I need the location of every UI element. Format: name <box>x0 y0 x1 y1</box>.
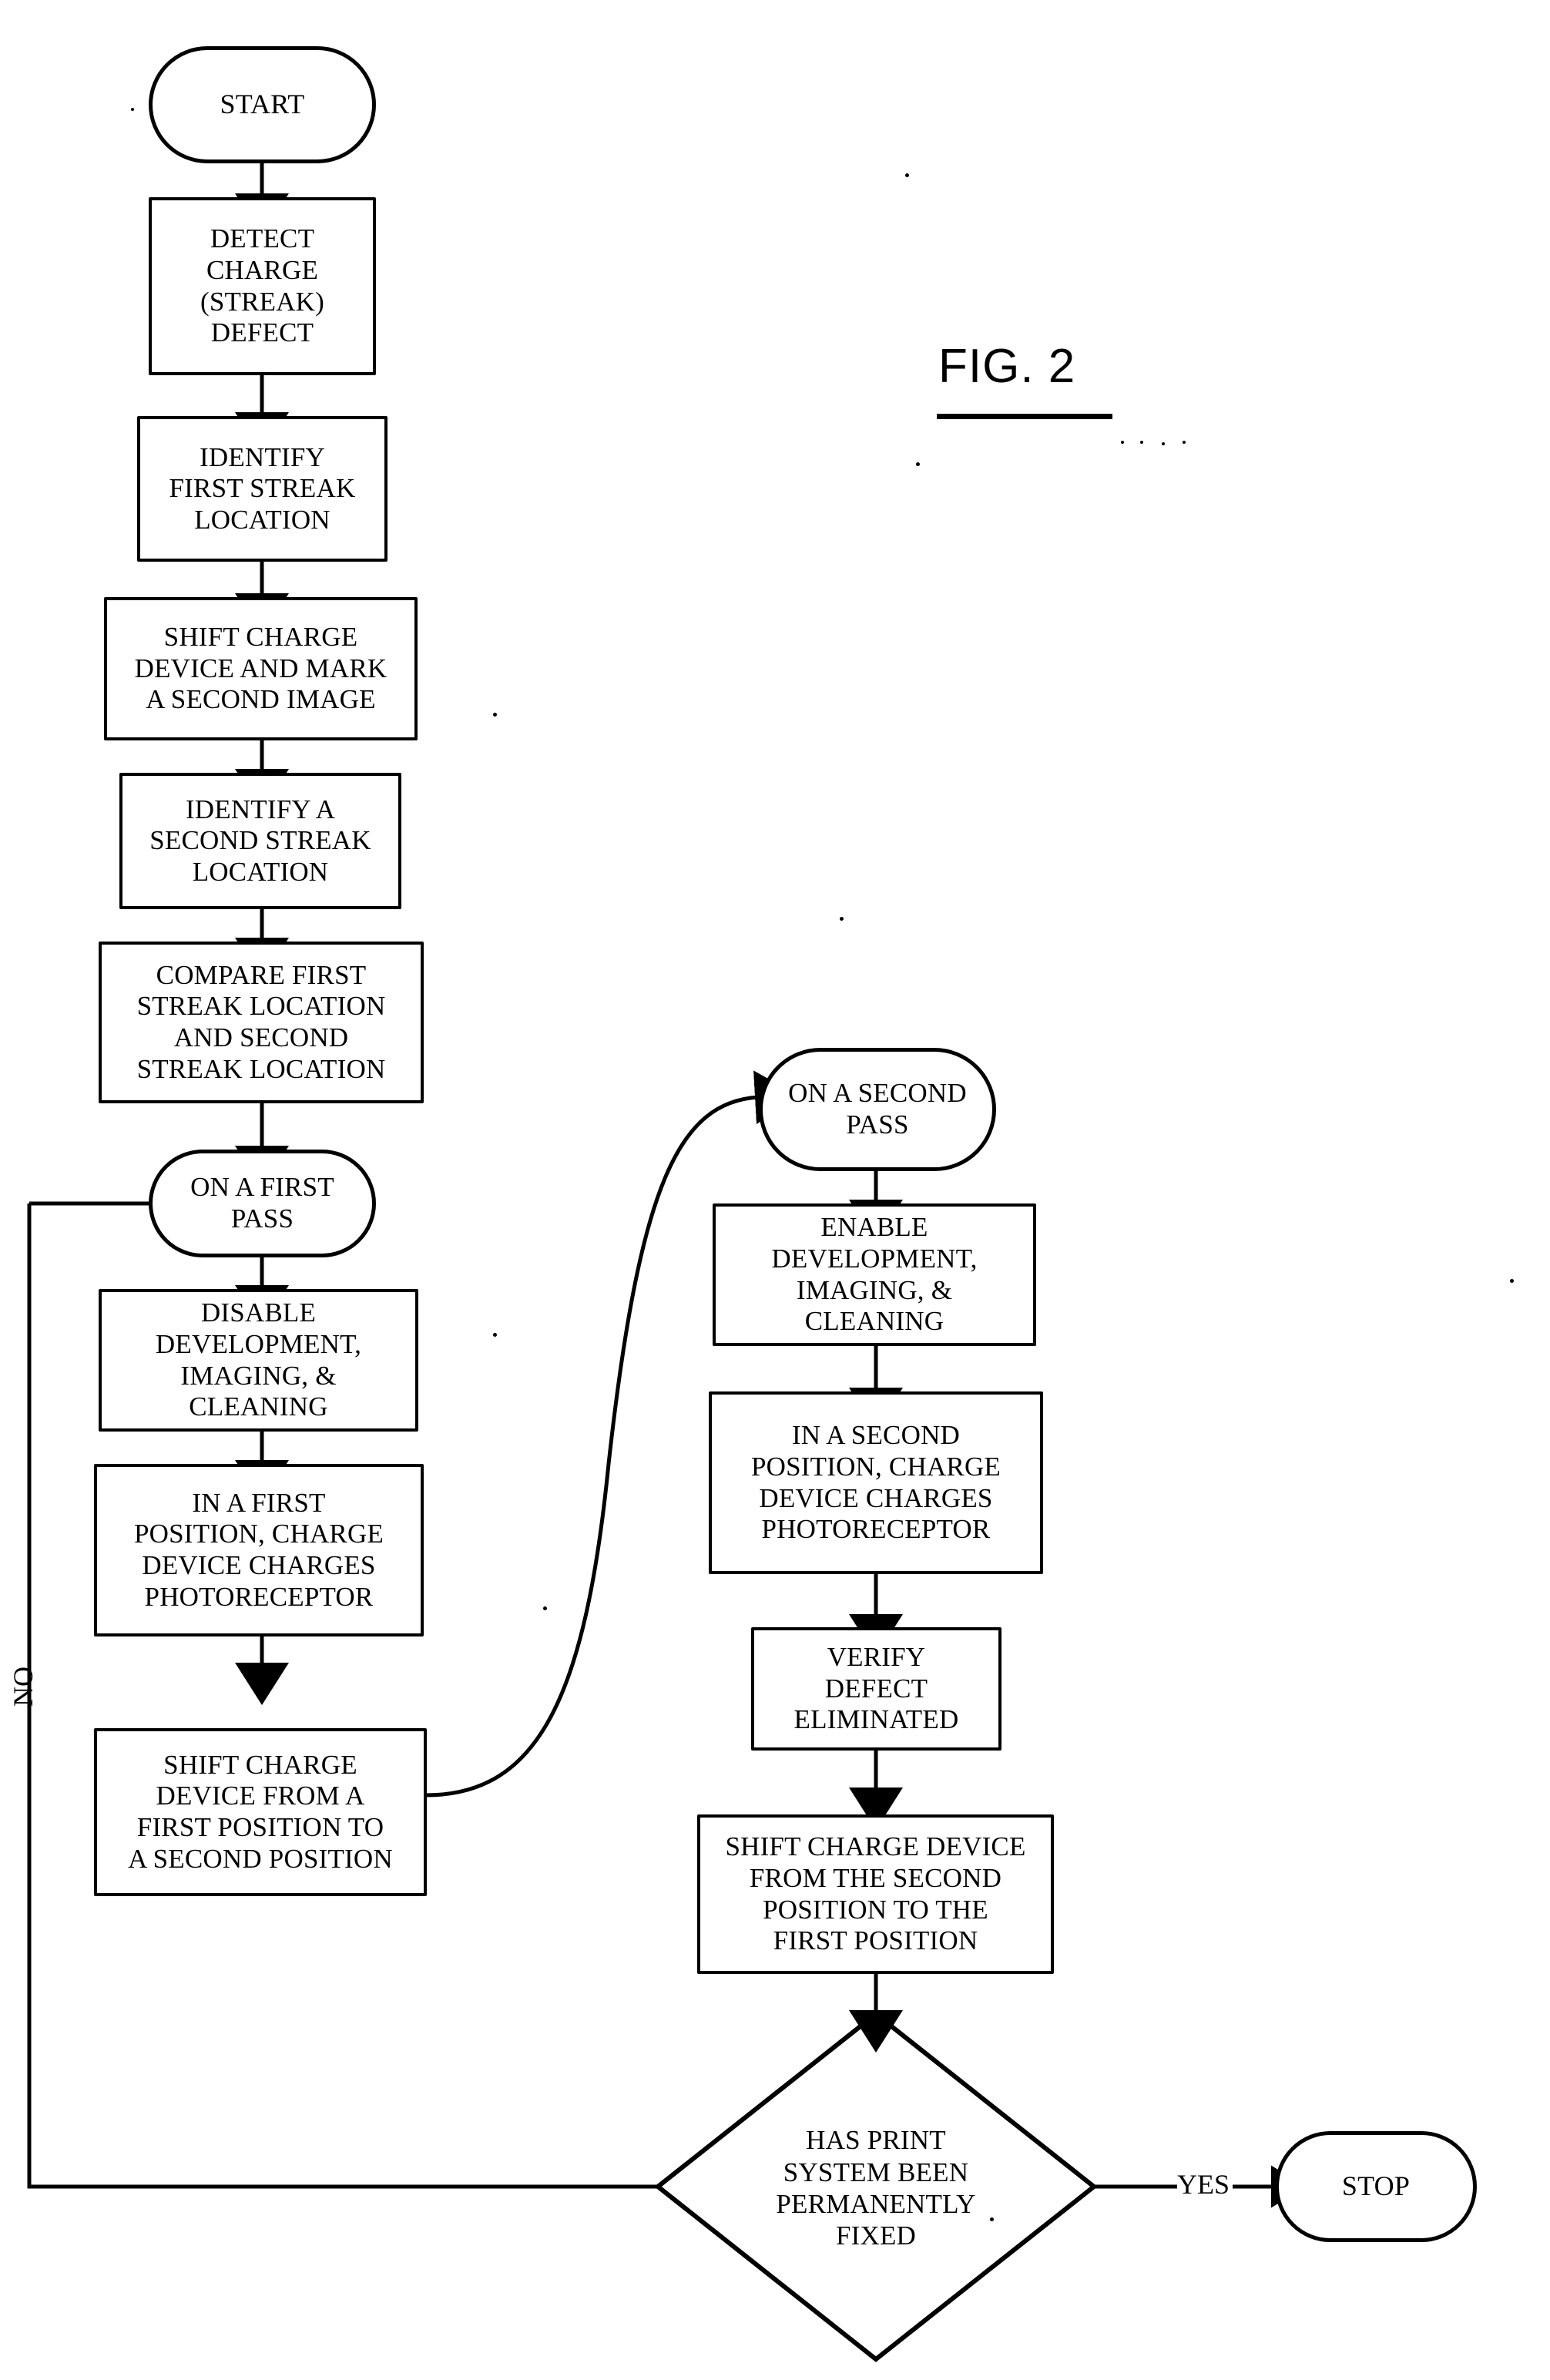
figure-canvas: FIG. 2 START DETECT CHARGE (STREAK) DEFE… <box>0 0 1550 2380</box>
node-compare-streak-locations: COMPARE FIRST STREAK LOCATION AND SECOND… <box>99 942 424 1103</box>
node-disable-development: DISABLE DEVELOPMENT, IMAGING, & CLEANING <box>99 1289 418 1432</box>
scan-speck <box>1162 442 1165 445</box>
scan-speck <box>1140 441 1143 444</box>
node-first-position-charge: IN A FIRST POSITION, CHARGE DEVICE CHARG… <box>94 1464 424 1636</box>
scan-speck <box>1121 441 1124 444</box>
edge-label-yes: YES <box>1177 2169 1230 2200</box>
scan-speck <box>1183 441 1186 444</box>
node-shift-second-to-first-position: SHIFT CHARGE DEVICE FROM THE SECOND POSI… <box>697 1814 1054 1974</box>
decision-label: HAS PRINT SYSTEM BEEN PERMANENTLY FIXED <box>776 2125 976 2251</box>
edge-label-no: NO <box>8 1667 39 1707</box>
node-identify-first-streak-location: IDENTIFY FIRST STREAK LOCATION <box>137 416 388 562</box>
scan-speck <box>493 1333 497 1337</box>
node-stop: STOP <box>1275 2131 1477 2242</box>
node-on-a-second-pass: ON A SECOND PASS <box>759 1048 996 1171</box>
node-second-position-charge: IN A SECOND POSITION, CHARGE DEVICE CHAR… <box>709 1391 1043 1574</box>
node-verify-defect-eliminated: VERIFY DEFECT ELIMINATED <box>751 1627 1001 1751</box>
node-shift-charge-device-and-mark: SHIFT CHARGE DEVICE AND MARK A SECOND IM… <box>104 597 418 740</box>
scan-speck <box>905 173 909 177</box>
scan-speck <box>916 462 920 466</box>
node-shift-first-to-second-position: SHIFT CHARGE DEVICE FROM A FIRST POSITIO… <box>94 1728 427 1896</box>
node-detect-charge-defect: DETECT CHARGE (STREAK) DEFECT <box>149 197 376 375</box>
figure-title-underline <box>937 414 1112 419</box>
node-identify-second-streak-location: IDENTIFY A SECOND STREAK LOCATION <box>119 773 401 909</box>
figure-title: FIG. 2 <box>938 340 1076 393</box>
node-on-a-first-pass: ON A FIRST PASS <box>149 1150 376 1257</box>
scan-speck <box>840 917 844 921</box>
node-decision-print-system-fixed: HAS PRINT SYSTEM BEEN PERMANENTLY FIXED <box>706 2088 1045 2288</box>
node-enable-development: ENABLE DEVELOPMENT, IMAGING, & CLEANING <box>713 1203 1036 1346</box>
node-start: START <box>149 46 376 163</box>
scan-speck <box>1510 1279 1514 1283</box>
scan-speck <box>543 1606 547 1610</box>
scan-speck <box>131 108 134 111</box>
scan-speck <box>493 713 497 717</box>
